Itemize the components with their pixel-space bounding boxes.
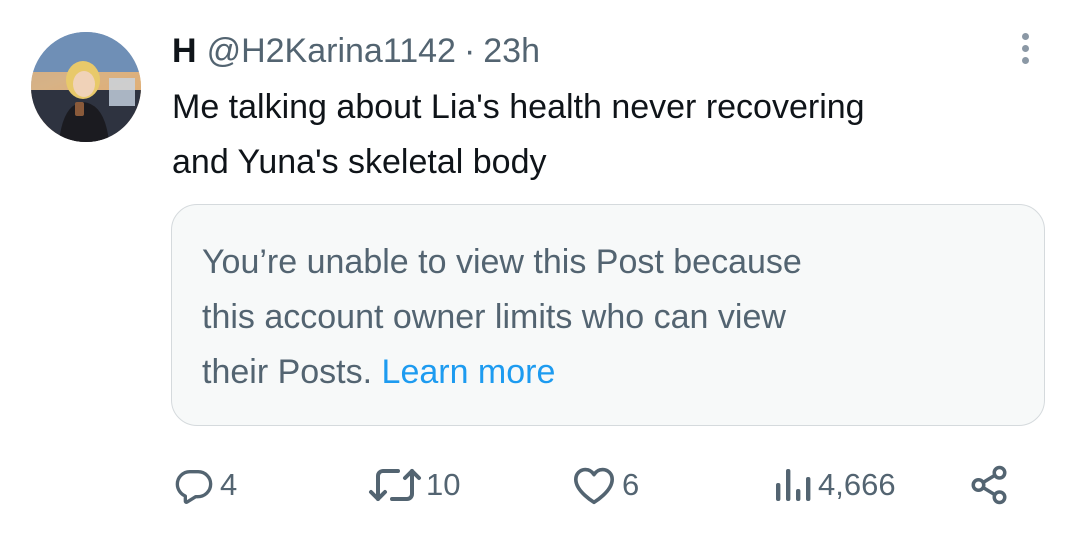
reply-count: 4 (220, 467, 238, 502)
like-count: 6 (622, 467, 640, 502)
learn-more-link[interactable]: Learn more (382, 353, 556, 391)
notice-line: You’re unable to view this Post because (202, 243, 802, 281)
tweet-text-line: and Yuna's skeletal body (172, 143, 547, 181)
more-icon[interactable] (1010, 30, 1040, 66)
profile-photo (31, 32, 141, 142)
tweet-text: Me talking about Lia's health never reco… (172, 80, 1042, 190)
action-bar: 4 10 6 4,666 (0, 460, 1078, 510)
share-icon (971, 465, 1007, 505)
notice-text: their Posts. (202, 353, 373, 391)
notice-line-with-link: their Posts. Learn more (202, 345, 1014, 400)
tweet-header: H @H2Karina1142 · 23h (172, 28, 540, 74)
separator-dot: · (463, 31, 476, 70)
tweet[interactable]: H @H2Karina1142 · 23h Me talking about L… (0, 0, 1078, 534)
post-time[interactable]: 23h (483, 32, 540, 71)
views-icon (776, 469, 811, 501)
user-handle[interactable]: @H2Karina1142 (207, 32, 456, 71)
repost-icon (369, 469, 421, 501)
views-button[interactable]: 4,666 (772, 460, 896, 510)
reply-button[interactable]: 4 (174, 460, 237, 510)
repost-count: 10 (426, 467, 461, 502)
reply-icon (175, 470, 213, 504)
like-button[interactable]: 6 (572, 460, 639, 510)
share-button[interactable] (968, 460, 1010, 510)
notice-line: this account owner limits who can view (202, 298, 786, 336)
like-icon (573, 467, 614, 505)
unavailable-quote-notice: You’re unable to view this Post because … (171, 204, 1045, 426)
tweet-text-line: Me talking about Lia's health never reco… (172, 88, 865, 126)
display-name[interactable]: H (172, 32, 197, 71)
repost-button[interactable]: 10 (368, 460, 460, 510)
view-count: 4,666 (818, 467, 896, 502)
avatar[interactable] (31, 32, 141, 142)
